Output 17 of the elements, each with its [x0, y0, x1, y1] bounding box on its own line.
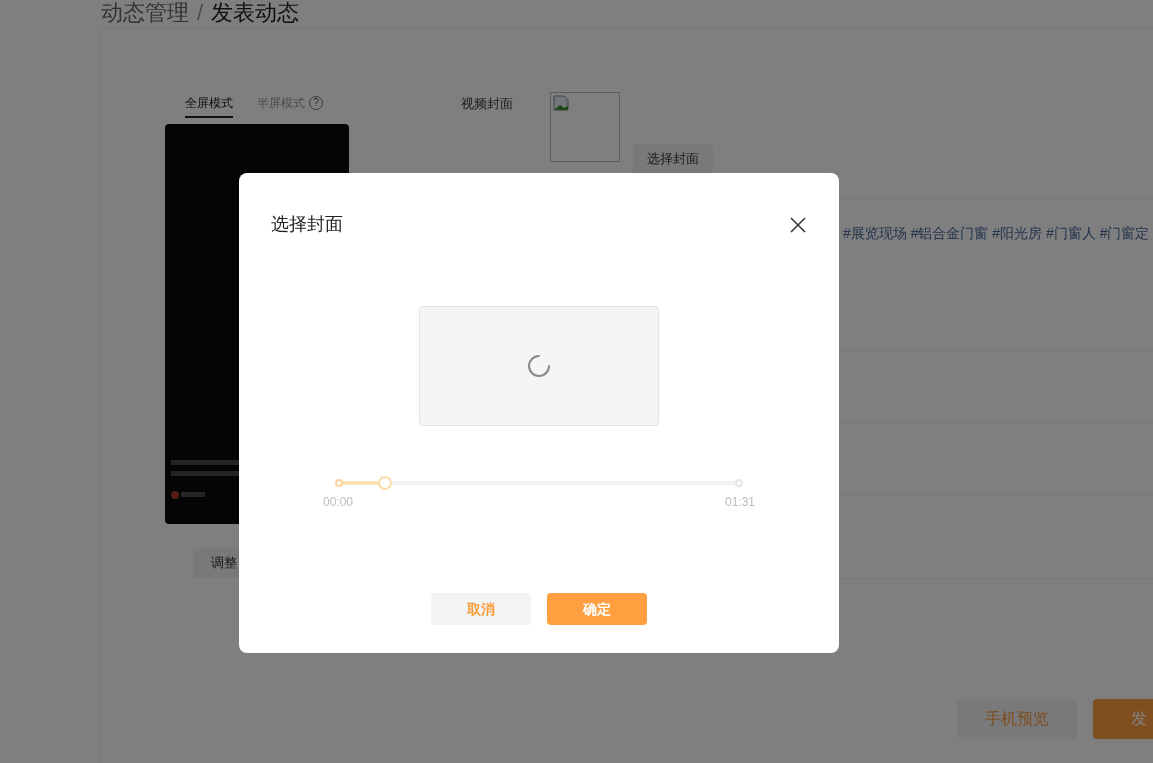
end-marker-icon	[735, 479, 743, 487]
breadcrumb-current: 发表动态	[211, 0, 300, 26]
select-cover-button[interactable]: 选择封面	[633, 144, 713, 174]
breadcrumb-link[interactable]: 动态管理	[101, 0, 189, 26]
mode-tab[interactable]: 全屏模式	[185, 94, 233, 118]
close-icon[interactable]	[790, 216, 806, 233]
topic-tags: #展览现场 #铝合金门窗 #阳光房 #门窗人 #门窗定	[843, 223, 1153, 244]
dialog-button[interactable]: 确定	[547, 593, 647, 625]
dialog-title: 选择封面	[271, 213, 343, 236]
start-marker-icon	[335, 479, 343, 487]
end-time: 01:31	[724, 494, 755, 511]
dialog-button[interactable]: 取消	[431, 593, 531, 625]
slider-thumb[interactable]	[378, 476, 392, 490]
start-time: 00:00	[323, 494, 354, 511]
field-label: 视频封面	[461, 95, 514, 113]
broken-image-icon	[553, 95, 569, 111]
breadcrumb-separator: /	[197, 0, 204, 26]
